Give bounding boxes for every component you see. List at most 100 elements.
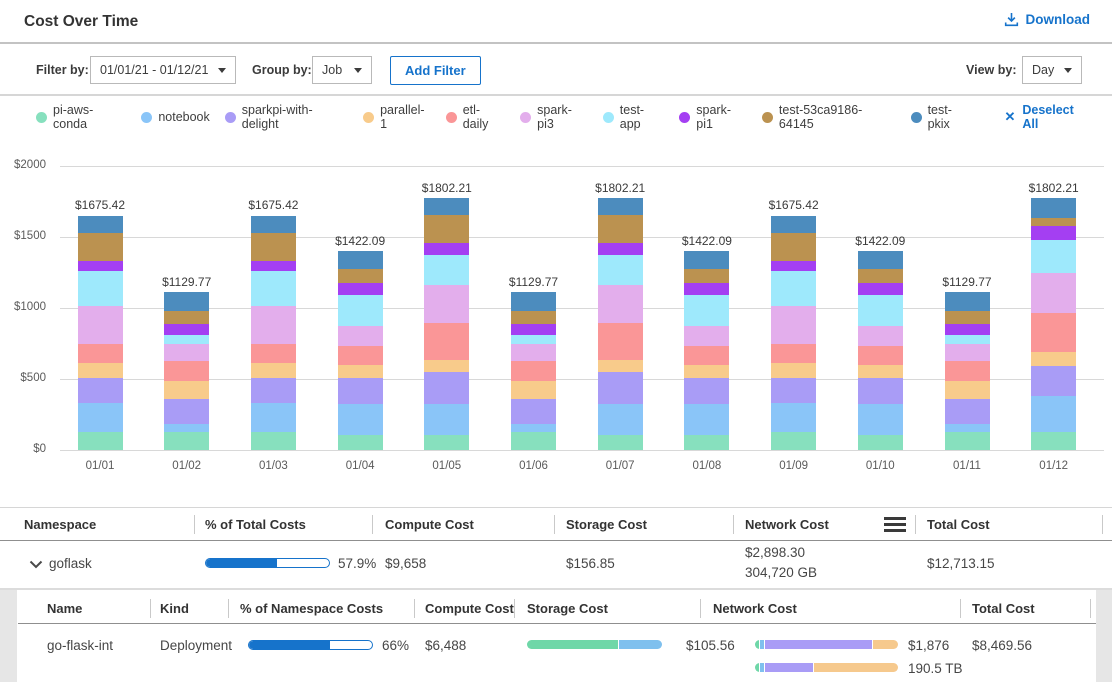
bar-segment-test-pkix[interactable] <box>945 292 990 311</box>
bar-segment-spark-pi3[interactable] <box>511 344 556 361</box>
legend-item-test-pkix[interactable]: test-pkix <box>911 103 974 131</box>
bar-segment-test-app[interactable] <box>684 295 729 326</box>
bar-segment-test-53ca9186-64145[interactable] <box>858 269 903 283</box>
bar-segment-parallel-1[interactable] <box>771 363 816 378</box>
bar-segment-test-app[interactable] <box>338 295 383 326</box>
bar-segment-test-app[interactable] <box>424 255 469 285</box>
bar-segment-spark-pi1[interactable] <box>1031 226 1076 240</box>
date-range-dropdown[interactable]: 01/01/21 - 01/12/21 <box>90 56 236 84</box>
bar-segment-etl-daily[interactable] <box>78 344 123 364</box>
bar-segment-notebook[interactable] <box>858 404 903 435</box>
bar-segment-spark-pi1[interactable] <box>684 283 729 295</box>
bar-segment-sparkpi-with-delight[interactable] <box>1031 366 1076 397</box>
view-by-dropdown[interactable]: Day <box>1022 56 1082 84</box>
bar-segment-notebook[interactable] <box>945 424 990 431</box>
stacked-bar-01/05[interactable] <box>424 198 469 450</box>
bar-segment-sparkpi-with-delight[interactable] <box>684 378 729 404</box>
bar-segment-spark-pi1[interactable] <box>338 283 383 295</box>
bar-segment-sparkpi-with-delight[interactable] <box>945 399 990 425</box>
bar-segment-notebook[interactable] <box>338 404 383 435</box>
legend-item-pi-aws-conda[interactable]: pi-aws-conda <box>36 103 126 131</box>
bar-segment-spark-pi1[interactable] <box>164 324 209 335</box>
bar-segment-test-53ca9186-64145[interactable] <box>424 215 469 242</box>
legend-item-spark-pi1[interactable]: spark-pi1 <box>679 103 747 131</box>
bar-segment-test-53ca9186-64145[interactable] <box>511 311 556 324</box>
bar-segment-test-pkix[interactable] <box>78 216 123 233</box>
bar-segment-sparkpi-with-delight[interactable] <box>511 399 556 425</box>
col-network-cost[interactable]: Network Cost <box>745 517 829 532</box>
bar-segment-etl-daily[interactable] <box>511 361 556 381</box>
bar-segment-spark-pi3[interactable] <box>164 344 209 361</box>
bar-segment-test-53ca9186-64145[interactable] <box>338 269 383 283</box>
bar-segment-spark-pi3[interactable] <box>78 306 123 344</box>
bar-segment-pi-aws-conda[interactable] <box>1031 432 1076 450</box>
bar-segment-pi-aws-conda[interactable] <box>78 432 123 450</box>
bar-segment-test-app[interactable] <box>1031 240 1076 272</box>
bar-segment-sparkpi-with-delight[interactable] <box>251 378 296 403</box>
bar-segment-test-53ca9186-64145[interactable] <box>945 311 990 324</box>
legend-item-parallel-1[interactable]: parallel-1 <box>363 103 431 131</box>
col-storage-cost[interactable]: Storage Cost <box>566 517 647 532</box>
col-pct-total[interactable]: % of Total Costs <box>205 517 306 532</box>
bar-segment-sparkpi-with-delight[interactable] <box>858 378 903 404</box>
bar-segment-notebook[interactable] <box>251 403 296 432</box>
bar-segment-etl-daily[interactable] <box>684 346 729 365</box>
ncol-network-cost[interactable]: Network Cost <box>713 601 797 616</box>
ncol-name[interactable]: Name <box>47 601 82 616</box>
bar-segment-test-app[interactable] <box>164 335 209 344</box>
bar-segment-sparkpi-with-delight[interactable] <box>78 378 123 403</box>
stacked-bar-01/12[interactable] <box>1031 198 1076 450</box>
bar-segment-parallel-1[interactable] <box>78 363 123 378</box>
bar-segment-test-app[interactable] <box>771 271 816 306</box>
stacked-bar-01/04[interactable] <box>338 251 383 450</box>
stacked-bar-01/01[interactable] <box>78 216 123 450</box>
ncol-compute-cost[interactable]: Compute Cost <box>425 601 514 616</box>
namespace-row[interactable]: goflask 57.9% $9,658 $156.85 $2,898.30 3… <box>0 541 1112 588</box>
col-compute-cost[interactable]: Compute Cost <box>385 517 474 532</box>
bar-segment-spark-pi1[interactable] <box>251 261 296 271</box>
bar-segment-etl-daily[interactable] <box>164 361 209 381</box>
download-button[interactable]: Download <box>1004 12 1091 27</box>
bar-segment-parallel-1[interactable] <box>598 360 643 372</box>
bar-segment-etl-daily[interactable] <box>771 344 816 364</box>
bar-segment-test-app[interactable] <box>251 271 296 306</box>
deselect-all-button[interactable]: ✕ Deselect All <box>1004 103 1092 131</box>
bar-segment-notebook[interactable] <box>598 404 643 435</box>
bar-segment-spark-pi3[interactable] <box>684 326 729 346</box>
ncol-storage-cost[interactable]: Storage Cost <box>527 601 608 616</box>
bar-segment-test-53ca9186-64145[interactable] <box>164 311 209 324</box>
legend-item-sparkpi-with-delight[interactable]: sparkpi-with-delight <box>225 103 348 131</box>
bar-segment-pi-aws-conda[interactable] <box>251 432 296 450</box>
bar-segment-sparkpi-with-delight[interactable] <box>424 372 469 405</box>
bar-segment-test-pkix[interactable] <box>424 198 469 216</box>
bar-segment-test-pkix[interactable] <box>771 216 816 233</box>
bar-segment-test-pkix[interactable] <box>338 251 383 269</box>
bar-segment-test-pkix[interactable] <box>511 292 556 311</box>
bar-segment-etl-daily[interactable] <box>338 346 383 365</box>
col-total-cost[interactable]: Total Cost <box>927 517 990 532</box>
bar-segment-spark-pi3[interactable] <box>338 326 383 346</box>
bar-segment-parallel-1[interactable] <box>511 381 556 399</box>
bar-segment-spark-pi3[interactable] <box>858 326 903 346</box>
bar-segment-spark-pi3[interactable] <box>424 285 469 323</box>
add-filter-button[interactable]: Add Filter <box>390 56 481 85</box>
bar-segment-spark-pi1[interactable] <box>424 243 469 256</box>
bar-segment-test-53ca9186-64145[interactable] <box>78 233 123 261</box>
col-namespace[interactable]: Namespace <box>24 517 96 532</box>
bar-segment-notebook[interactable] <box>771 403 816 432</box>
bar-segment-sparkpi-with-delight[interactable] <box>598 372 643 405</box>
stacked-bar-01/02[interactable] <box>164 292 209 450</box>
bar-segment-parallel-1[interactable] <box>338 365 383 378</box>
bar-segment-test-app[interactable] <box>78 271 123 306</box>
bar-segment-test-53ca9186-64145[interactable] <box>598 215 643 242</box>
chevron-down-icon[interactable] <box>29 560 43 569</box>
bar-segment-parallel-1[interactable] <box>858 365 903 378</box>
bar-segment-notebook[interactable] <box>78 403 123 432</box>
bar-segment-sparkpi-with-delight[interactable] <box>164 399 209 425</box>
bar-segment-spark-pi1[interactable] <box>511 324 556 335</box>
bar-segment-test-53ca9186-64145[interactable] <box>251 233 296 261</box>
bar-segment-test-app[interactable] <box>598 255 643 285</box>
bar-segment-etl-daily[interactable] <box>598 323 643 360</box>
bar-segment-pi-aws-conda[interactable] <box>684 435 729 451</box>
ncol-kind[interactable]: Kind <box>160 601 189 616</box>
